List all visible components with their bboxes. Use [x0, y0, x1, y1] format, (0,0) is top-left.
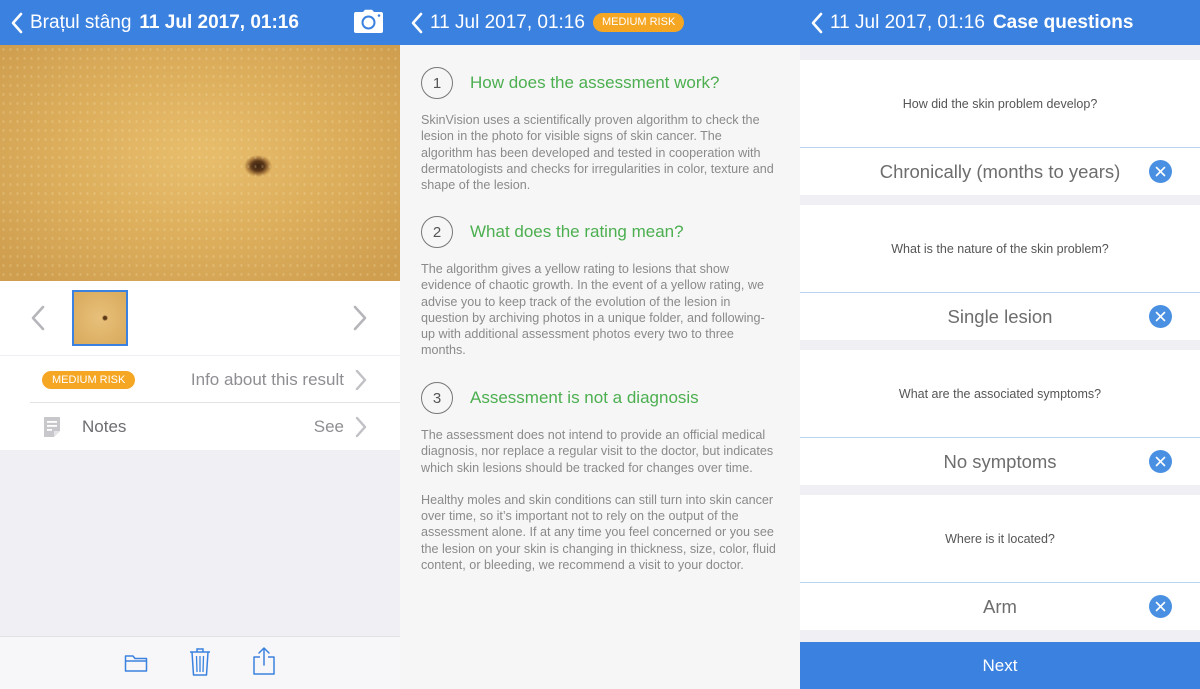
answer-field[interactable]: Single lesion [800, 293, 1200, 340]
info-section: 2 What does the rating mean? The algorit… [421, 215, 777, 359]
back-button[interactable]: Brațul stâng [0, 0, 131, 45]
case-questions-panel: 11 Jul 2017, 01:16 Case questions How di… [800, 0, 1200, 689]
question-block: What are the associated symptoms? [800, 350, 1200, 438]
clear-answer-button[interactable] [1149, 450, 1172, 473]
back-label: Brațul stâng [30, 11, 132, 33]
question-block: What is the nature of the skin problem? [800, 205, 1200, 293]
section-number: 3 [421, 382, 453, 414]
section-paragraph: Healthy moles and skin conditions can st… [421, 492, 776, 573]
answer-text: Arm [983, 596, 1017, 617]
nav-timestamp: 11 Jul 2017, 01:16 [430, 11, 585, 33]
chevron-left-icon [411, 12, 423, 33]
notes-label: Notes [82, 417, 127, 436]
thumbnail-strip [0, 281, 400, 355]
camera-icon [354, 9, 383, 34]
previous-photo-button[interactable] [30, 305, 46, 336]
notes-see-label: See [313, 417, 344, 436]
answer-text: No symptoms [943, 451, 1057, 472]
close-icon [1155, 456, 1166, 467]
chevron-right-icon [353, 305, 367, 331]
trash-icon [190, 648, 210, 676]
assessment-info-panel: 11 Jul 2017, 01:16 MEDIUM RISK 1 How doe… [400, 0, 800, 689]
result-info-row[interactable]: MEDIUM RISK Info about this result [0, 356, 400, 403]
lesion-photo[interactable] [0, 45, 400, 281]
answer-text: Chronically (months to years) [879, 161, 1121, 182]
chevron-left-icon [31, 305, 45, 331]
section-number: 1 [421, 67, 453, 99]
question-block: How did the skin problem develop? [800, 60, 1200, 148]
navbar: 11 Jul 2017, 01:16 Case questions [800, 0, 1200, 45]
risk-badge: MEDIUM RISK [592, 13, 685, 32]
result-info-label: Info about this result [190, 370, 344, 389]
question-text: What are the associated symptoms? [800, 350, 1200, 437]
share-icon [253, 647, 275, 675]
close-icon [1155, 601, 1166, 612]
clear-answer-button[interactable] [1149, 305, 1172, 328]
section-paragraph: SkinVision uses a scientifically proven … [421, 113, 774, 193]
next-button[interactable]: Next [800, 642, 1200, 689]
nav-timestamp: 11 Jul 2017, 01:16 [830, 11, 985, 33]
notes-row[interactable]: Notes See [0, 403, 400, 450]
answer-field[interactable]: No symptoms [800, 438, 1200, 485]
chevron-left-icon [811, 12, 823, 33]
section-title: How does the assessment work? [470, 73, 720, 92]
close-icon [1155, 311, 1166, 322]
question-text: How did the skin problem develop? [800, 60, 1200, 147]
lesion-detail-panel: Brațul stâng 11 Jul 2017, 01:16 MEDIUM R… [0, 0, 400, 689]
page-title: Case questions [992, 11, 1134, 33]
notes-icon [44, 417, 60, 437]
bottom-toolbar [0, 636, 400, 689]
clear-answer-button[interactable] [1149, 160, 1172, 183]
back-button[interactable] [800, 0, 824, 45]
section-paragraph: The algorithm gives a yellow rating to l… [421, 262, 765, 358]
back-button[interactable] [400, 0, 424, 45]
question-block: Where is it located? [800, 495, 1200, 583]
nav-timestamp: 11 Jul 2017, 01:16 [139, 11, 299, 33]
info-section: 1 How does the assessment work? SkinVisi… [421, 66, 777, 193]
camera-button[interactable] [353, 9, 384, 39]
section-title: Assessment is not a diagnosis [470, 388, 699, 407]
answer-text: Single lesion [947, 306, 1053, 327]
answer-field[interactable]: Chronically (months to years) [800, 148, 1200, 195]
chevron-right-icon [355, 416, 367, 438]
risk-badge: MEDIUM RISK [42, 371, 136, 389]
question-text: What is the nature of the skin problem? [800, 205, 1200, 292]
section-paragraph: The assessment does not intend to provid… [421, 428, 774, 475]
delete-button[interactable] [188, 647, 212, 682]
next-photo-button[interactable] [352, 305, 368, 336]
photo-thumbnail[interactable] [72, 290, 128, 346]
folder-icon [124, 655, 148, 672]
close-icon [1155, 166, 1166, 177]
share-button[interactable] [252, 646, 276, 681]
chevron-left-icon [11, 12, 23, 33]
chevron-right-icon [355, 369, 367, 391]
info-section: 3 Assessment is not a diagnosis The asse… [421, 381, 777, 573]
answer-field[interactable]: Arm [800, 583, 1200, 630]
question-text: Where is it located? [800, 495, 1200, 582]
folder-button[interactable] [124, 653, 148, 678]
clear-answer-button[interactable] [1149, 595, 1172, 618]
section-title: What does the rating mean? [470, 222, 684, 241]
navbar: Brațul stâng 11 Jul 2017, 01:16 [0, 0, 400, 45]
navbar: 11 Jul 2017, 01:16 MEDIUM RISK [400, 0, 800, 45]
section-number: 2 [421, 216, 453, 248]
